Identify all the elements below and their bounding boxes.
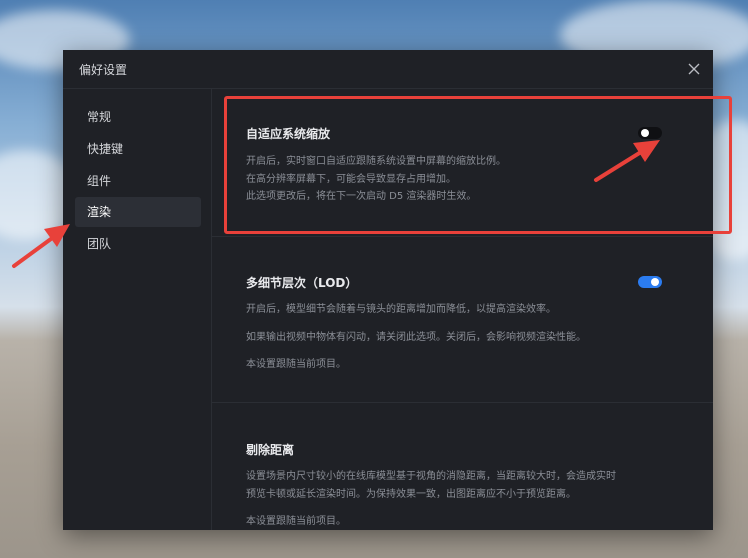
lod-section: 多细节层次（LOD） 开启后，模型细节会随着与镜头的距离增加而降低，以提高渲染效… <box>212 237 713 402</box>
annotation-highlight-box <box>224 96 732 234</box>
lod-desc-1: 开启后，模型细节会随着与镜头的距离增加而降低，以提高渲染效率。 <box>246 304 556 315</box>
culling-desc-1: 设置场景内尺寸较小的在线库模型基于视角的消隐距离，当距离较大时，会造成实时 <box>246 471 616 482</box>
lod-desc-3: 本设置跟随当前项目。 <box>246 359 346 370</box>
sidebar-item-rendering[interactable]: 渲染 <box>75 197 201 227</box>
lod-toggle[interactable] <box>638 276 662 288</box>
sidebar-item-team[interactable]: 团队 <box>75 229 201 259</box>
lod-desc-2: 如果输出视频中物体有闪动，请关闭此选项。关闭后，会影响视频渲染性能。 <box>246 332 586 343</box>
sidebar-item-components[interactable]: 组件 <box>75 166 201 196</box>
dialog-title: 偏好设置 <box>79 63 128 77</box>
dialog-titlebar: 偏好设置 <box>63 50 713 89</box>
culling-section: 剔除距离 设置场景内尺寸较小的在线库模型基于视角的消隐距离，当距离较大时，会造成… <box>212 403 713 530</box>
close-icon[interactable] <box>683 58 705 80</box>
culling-desc-3: 本设置跟随当前项目。 <box>246 516 346 527</box>
toggle-knob <box>651 278 659 286</box>
sidebar-item-shortcuts[interactable]: 快捷键 <box>75 134 201 164</box>
sidebar-item-general[interactable]: 常规 <box>75 102 201 132</box>
culling-desc-2: 预览卡顿或延长渲染时间。为保持效果一致，出图距离应不小于预览距离。 <box>246 489 576 500</box>
lod-title: 多细节层次（LOD） <box>246 276 358 290</box>
culling-title: 剔除距离 <box>246 443 295 457</box>
settings-sidebar: 常规 快捷键 组件 渲染 团队 <box>63 89 212 530</box>
